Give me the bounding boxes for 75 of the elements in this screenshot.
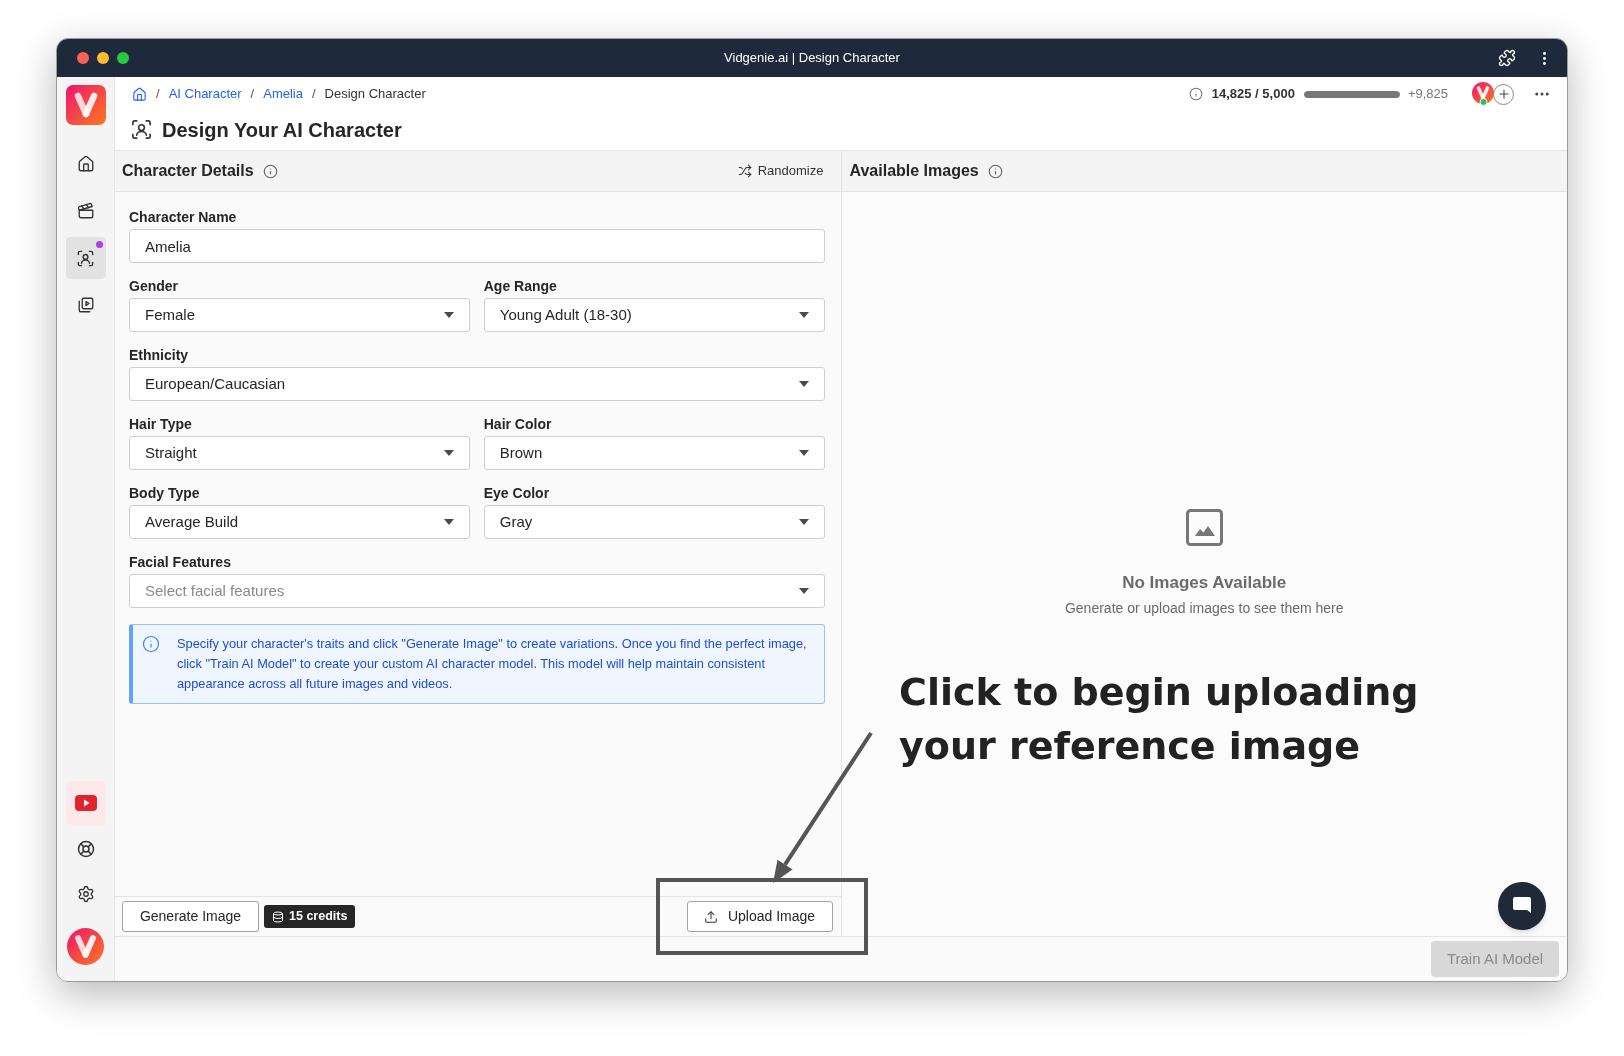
breadcrumb-separator: / (312, 85, 316, 104)
dropdown-field[interactable]: Young Adult (18-30) (483, 298, 825, 332)
info-icon[interactable] (1188, 87, 1203, 101)
randomize-button[interactable]: Randomize (737, 161, 824, 181)
dropdown-field[interactable]: Gray (483, 505, 825, 539)
image-icon (1185, 508, 1223, 546)
empty-state-title: No Images Available (1122, 571, 1287, 594)
caret-icon (798, 312, 809, 318)
window-title: Vidgenie.ai | Design Character (724, 49, 900, 68)
person-scan-icon (76, 248, 95, 268)
breadcrumb-link[interactable]: AI Character (168, 84, 242, 104)
field-label: Age Range (483, 277, 558, 296)
field-label: Hair Type (129, 415, 193, 434)
credits-usage: 14,825 / 5,000 (1211, 85, 1295, 104)
annotation-text: Click to begin uploading your reference image (899, 669, 1420, 770)
field-label: Eye Color (483, 484, 551, 503)
info-icon[interactable] (262, 163, 278, 179)
dropdown-field[interactable]: Brown (483, 436, 825, 470)
clapperboard-icon (76, 202, 95, 220)
caret-icon (443, 312, 454, 318)
chat-bubble-icon (1512, 896, 1532, 916)
dropdown-field[interactable]: Select facial features (129, 574, 825, 608)
generate-image-button[interactable]: Generate Image (122, 901, 259, 932)
credits-bonus: +9,825 (1407, 85, 1448, 104)
caret-icon (798, 519, 809, 525)
youtube-icon (74, 795, 97, 811)
info-icon (142, 635, 160, 653)
video-library-icon (76, 296, 95, 314)
breadcrumb-link[interactable]: Amelia (263, 84, 303, 104)
home-icon[interactable] (132, 86, 147, 102)
field-label: Facial Features (129, 553, 232, 572)
empty-state-text: Generate or upload images to see them here (1064, 599, 1344, 619)
puzzle-icon[interactable] (1498, 49, 1516, 67)
avatar-icon[interactable] (67, 928, 104, 965)
window-close-button[interactable] (77, 52, 89, 64)
panel-title: Available Images (849, 161, 979, 181)
breadcrumb-separator: / (250, 85, 255, 104)
dropdown-field[interactable]: Average Build (129, 505, 470, 539)
plus-icon (1496, 87, 1511, 101)
window-zoom-button[interactable] (117, 52, 129, 64)
caret-icon (798, 450, 809, 456)
field-label: Ethnicity (129, 346, 190, 365)
person-scan-icon (130, 118, 153, 141)
field-label: Hair Color (483, 415, 553, 434)
caret-icon (798, 381, 809, 387)
shuffle-icon (737, 164, 752, 178)
database-icon (272, 910, 284, 923)
field-label: Character Name (129, 208, 238, 227)
avatar-icon[interactable] (1472, 82, 1496, 106)
breadcrumb-separator: / (156, 85, 160, 104)
field-label: Gender (129, 277, 179, 296)
caret-icon (443, 450, 454, 456)
sidebar-item[interactable] (65, 237, 106, 279)
caret-icon (443, 519, 454, 525)
lifebuoy-icon (76, 840, 95, 858)
info-text: Specify your character's traits and click "Generate Image" to create variations. Once you find the perfect image, click "Train AI Model" to create your custom AI character model. This model will help maintain consistent appearance across all future images and videos. (177, 635, 808, 693)
upload-image-button[interactable]: Upload Image (686, 901, 833, 932)
settings-icon (76, 885, 95, 903)
upload-icon (703, 909, 718, 924)
page-title: Design Your AI Character (162, 117, 402, 143)
dropdown-field[interactable]: Female (129, 298, 470, 332)
chat-button[interactable] (1498, 882, 1546, 930)
field-label: Body Type (129, 484, 201, 503)
logo-icon[interactable] (65, 85, 106, 125)
home-icon (76, 155, 95, 173)
credits-cost: 15 credits (289, 908, 348, 926)
breadcrumb-current: Design Character (324, 85, 426, 104)
info-icon[interactable] (987, 163, 1003, 179)
panel-title: Character Details (122, 161, 254, 181)
caret-icon (798, 588, 809, 594)
window-minimize-button[interactable] (97, 52, 109, 64)
dropdown-field[interactable]: European/Caucasian (129, 367, 825, 401)
add-button[interactable] (1493, 83, 1514, 105)
dropdown-field[interactable]: Straight (129, 436, 470, 470)
text-field[interactable]: Amelia (129, 229, 825, 263)
